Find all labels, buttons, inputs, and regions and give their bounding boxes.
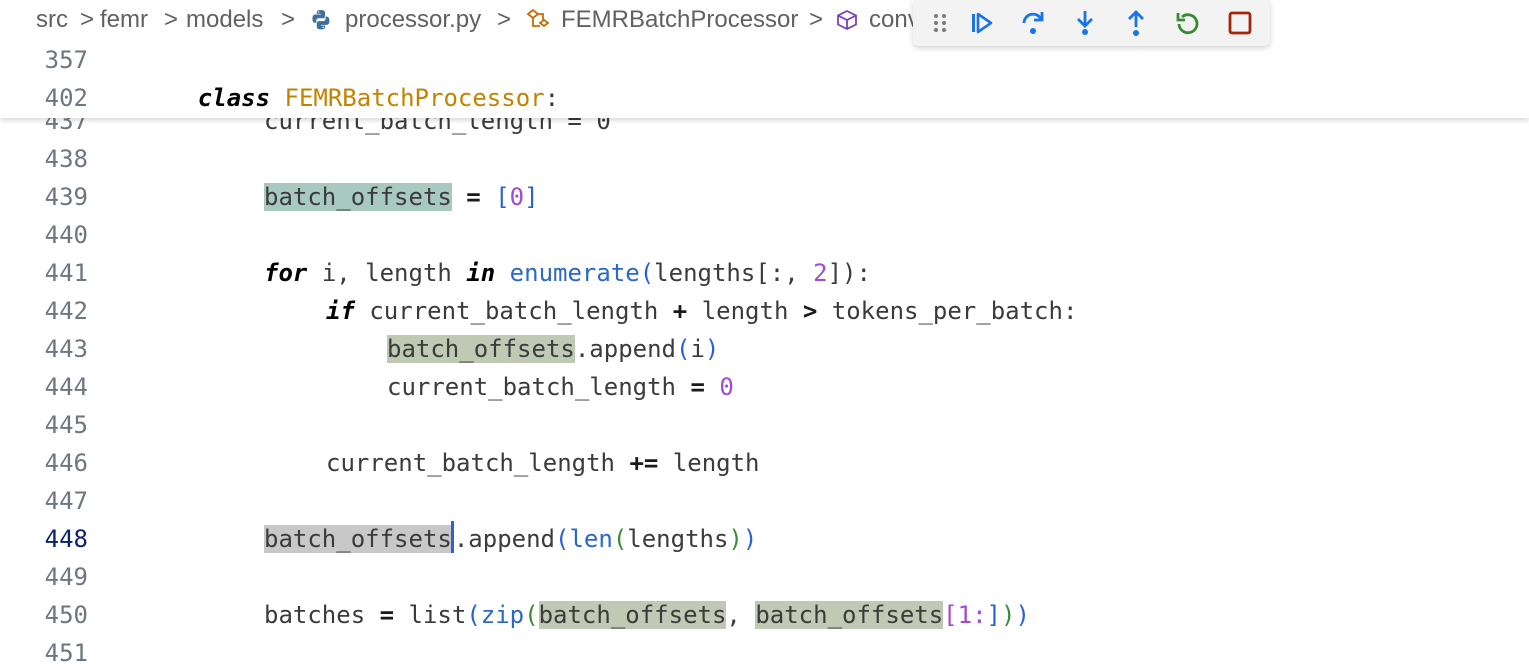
operator: = — [466, 183, 481, 211]
current-line-number[interactable]: 448 — [0, 520, 88, 558]
sticky-scroll-header: 357 class FEMRBatchProcessor: 402 def co… — [0, 40, 1529, 118]
step-into-icon[interactable] — [1069, 8, 1101, 38]
keyword: if — [326, 297, 355, 325]
bracket: ] — [524, 183, 539, 211]
breadcrumb-item-class[interactable]: FEMRBatchProcessor — [561, 6, 798, 34]
line-number[interactable]: 402 — [0, 79, 88, 117]
code-line[interactable]: for i, length in enumerate(lengths[:, 2]… — [264, 254, 871, 292]
identifier: i, length — [321, 259, 452, 287]
identifier: i — [690, 335, 705, 363]
python-file-icon — [309, 6, 333, 34]
breadcrumb-item-src[interactable]: src — [36, 6, 68, 34]
breadcrumb-separator: > — [164, 6, 179, 33]
line-number[interactable]: 447 — [0, 482, 88, 520]
step-out-icon[interactable] — [1120, 8, 1152, 38]
number: 2 — [813, 259, 828, 287]
variable-read-highlight: batch_offsets — [538, 601, 727, 629]
sticky-line-class[interactable]: class FEMRBatchProcessor: — [140, 41, 559, 112]
identifier: current_batch_length — [326, 449, 615, 477]
continue-icon[interactable] — [966, 8, 998, 38]
number: 0 — [509, 183, 525, 211]
punctuation: ]): — [827, 259, 871, 287]
method: .append — [574, 335, 676, 363]
identifier: lengths — [627, 525, 729, 553]
function-call: enumerate — [509, 259, 640, 287]
bracket: [ — [495, 183, 510, 211]
code-line[interactable]: current_batch_length = 0 — [387, 368, 734, 406]
line-number[interactable]: 445 — [0, 406, 88, 444]
operator: += — [629, 449, 659, 477]
identifier: tokens_per_batch: — [831, 297, 1078, 325]
identifier: length — [701, 297, 789, 325]
code-line[interactable]: batch_offsets.append(i) — [387, 330, 719, 368]
identifier: current_batch_length — [387, 373, 676, 401]
operator: = — [379, 601, 395, 629]
keyword: in — [466, 259, 496, 287]
line-number[interactable]: 444 — [0, 368, 88, 406]
operator: + — [672, 297, 688, 325]
variable-read-highlight: batch_offsets — [387, 335, 575, 363]
restart-icon[interactable] — [1172, 8, 1204, 38]
breadcrumb-separator: > — [809, 6, 824, 33]
line-number[interactable]: 357 — [0, 41, 88, 79]
gripper-icon[interactable] — [927, 8, 953, 38]
variable-read-highlight: batch_offsets — [755, 601, 944, 629]
identifier: current_batch_length — [369, 297, 659, 325]
keyword: for — [264, 259, 308, 287]
breadcrumb-item-file[interactable]: processor.py — [345, 6, 481, 34]
operator: = — [690, 373, 705, 401]
line-number[interactable]: 446 — [0, 444, 88, 482]
line-number[interactable]: 450 — [0, 596, 88, 634]
slice: 1: — [957, 601, 987, 629]
method-symbol-icon — [835, 6, 859, 34]
breadcrumb-item-femr[interactable]: femr — [100, 6, 148, 34]
step-over-icon[interactable] — [1017, 8, 1049, 38]
builtin-call: list — [408, 601, 467, 629]
breadcrumb: src > femr > models > processor.py > FEM… — [0, 0, 1529, 40]
sticky-line-def[interactable]: def convert_dataset(self, dataset, token… — [201, 79, 1487, 117]
function-call: zip — [480, 601, 525, 629]
line-number[interactable]: 438 — [0, 140, 88, 178]
line-number[interactable]: 442 — [0, 292, 88, 330]
stop-icon[interactable] — [1224, 8, 1256, 38]
operator: > — [802, 297, 818, 325]
code-line[interactable]: batch_offsets = [0] — [264, 178, 539, 216]
line-number[interactable]: 441 — [0, 254, 88, 292]
identifier: batches — [264, 601, 366, 629]
breadcrumb-separator: > — [281, 6, 296, 33]
code-line[interactable]: batches = list(zip(batch_offsets, batch_… — [264, 596, 1030, 634]
identifier: length — [672, 449, 760, 477]
variable-highlight-current: batch_offsets — [264, 525, 452, 553]
method: .append — [453, 525, 555, 553]
line-number[interactable]: 451 — [0, 634, 88, 672]
function-call: len — [569, 525, 613, 553]
line-number[interactable]: 440 — [0, 216, 88, 254]
identifier: lengths[:, — [654, 259, 799, 287]
code-line-current[interactable]: batch_offsets.append(len(lengths)) — [264, 520, 757, 558]
number: 0 — [719, 373, 734, 401]
line-number[interactable]: 449 — [0, 558, 88, 596]
debug-toolbar — [913, 0, 1270, 46]
line-number[interactable]: 443 — [0, 330, 88, 368]
code-line[interactable]: if current_batch_length + length > token… — [326, 292, 1077, 330]
variable-write-highlight: batch_offsets — [264, 183, 452, 211]
breadcrumb-separator: > — [80, 6, 95, 33]
code-line[interactable]: current_batch_length += length — [326, 444, 760, 482]
class-symbol-icon — [525, 6, 550, 34]
breadcrumb-item-models[interactable]: models — [186, 6, 263, 34]
breadcrumb-separator: > — [497, 6, 512, 33]
line-number[interactable]: 439 — [0, 178, 88, 216]
